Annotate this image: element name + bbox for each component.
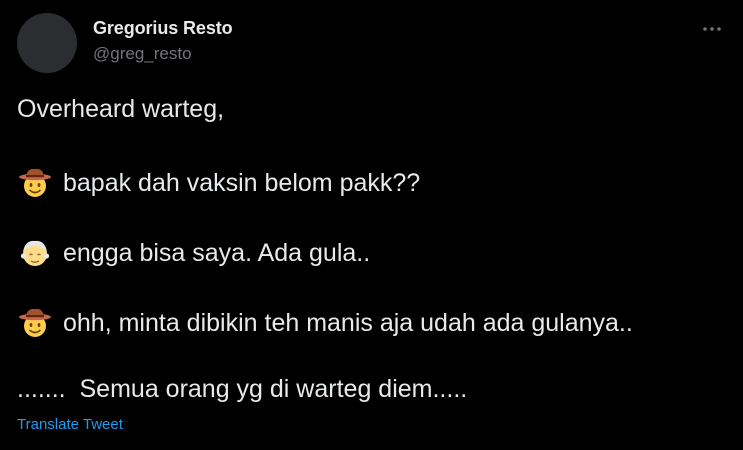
ellipsis-icon — [702, 26, 722, 32]
tweet-text: Overheard warteg, — [17, 95, 225, 123]
older-person-icon — [17, 235, 53, 271]
author-handle[interactable]: @greg_resto — [93, 44, 192, 64]
more-options-button[interactable] — [697, 16, 727, 42]
tweet-line: ohh, minta dibikin teh manis aja udah ad… — [17, 305, 633, 341]
tweet-line: ....... Semua orang yg di warteg diem...… — [17, 375, 467, 404]
tweet-text: engga bisa saya. Ada gula.. — [63, 238, 371, 267]
tweet-text: ....... Semua orang yg di warteg diem...… — [17, 375, 468, 403]
author-name[interactable]: Gregorius Resto — [93, 18, 233, 39]
translate-tweet-link[interactable]: Translate Tweet — [17, 416, 123, 433]
tweet-line: engga bisa saya. Ada gula.. — [17, 235, 370, 271]
tweet: Gregorius Resto @greg_resto Overheard wa… — [0, 0, 743, 450]
cowboy-hat-face-icon — [17, 165, 53, 201]
tweet-text: ohh, minta dibikin teh manis aja udah ad… — [63, 308, 633, 337]
tweet-line: bapak dah vaksin belom pakk?? — [17, 165, 420, 201]
tweet-line: Overheard warteg, — [17, 95, 224, 124]
cowboy-hat-face-icon — [17, 305, 53, 341]
tweet-text: bapak dah vaksin belom pakk?? — [63, 168, 421, 197]
avatar[interactable] — [17, 13, 77, 73]
